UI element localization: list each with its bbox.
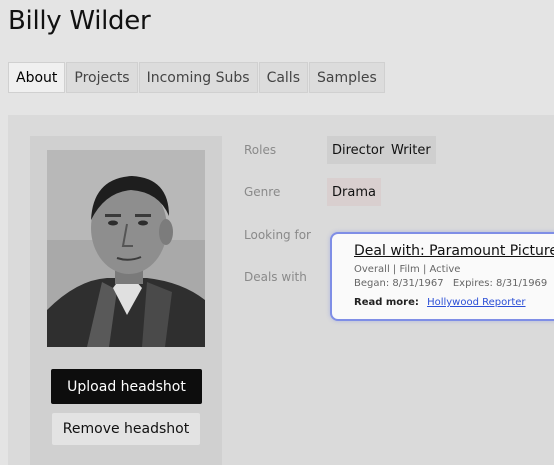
deal-read-more: Read more: Hollywood Reporter xyxy=(354,297,526,308)
looking-for-label: Looking for xyxy=(244,228,311,242)
role-chip-writer: Writer xyxy=(386,136,436,164)
upload-headshot-button[interactable]: Upload headshot xyxy=(51,369,202,404)
deal-card[interactable]: Deal with: Paramount Pictures Overall | … xyxy=(330,232,554,321)
genre-label: Genre xyxy=(244,185,281,199)
role-chip-director: Director xyxy=(327,136,390,164)
roles-label: Roles xyxy=(244,143,277,157)
deal-title[interactable]: Deal with: Paramount Pictures xyxy=(354,243,554,259)
tab-incoming-subs[interactable]: Incoming Subs xyxy=(138,62,258,93)
deal-dates: Began: 8/31/1967 Expires: 8/31/1969 xyxy=(354,278,547,289)
deals-with-label: Deals with xyxy=(244,270,307,284)
read-more-label: Read more: xyxy=(354,297,419,308)
page-title: Billy Wilder xyxy=(8,6,151,36)
deal-type-line: Overall | Film | Active xyxy=(354,264,461,275)
tab-calls[interactable]: Calls xyxy=(258,62,308,93)
deal-began: Began: 8/31/1967 xyxy=(354,278,444,289)
headshot-photo xyxy=(47,150,205,347)
read-more-link[interactable]: Hollywood Reporter xyxy=(427,297,525,308)
genre-chip-drama: Drama xyxy=(327,178,381,206)
tab-samples[interactable]: Samples xyxy=(309,62,385,93)
remove-headshot-button[interactable]: Remove headshot xyxy=(52,413,200,445)
tab-projects[interactable]: Projects xyxy=(66,62,138,93)
tab-bar: About Projects Incoming Subs Calls Sampl… xyxy=(8,62,386,93)
deal-expires: Expires: 8/31/1969 xyxy=(452,278,548,289)
tab-about[interactable]: About xyxy=(8,62,66,93)
